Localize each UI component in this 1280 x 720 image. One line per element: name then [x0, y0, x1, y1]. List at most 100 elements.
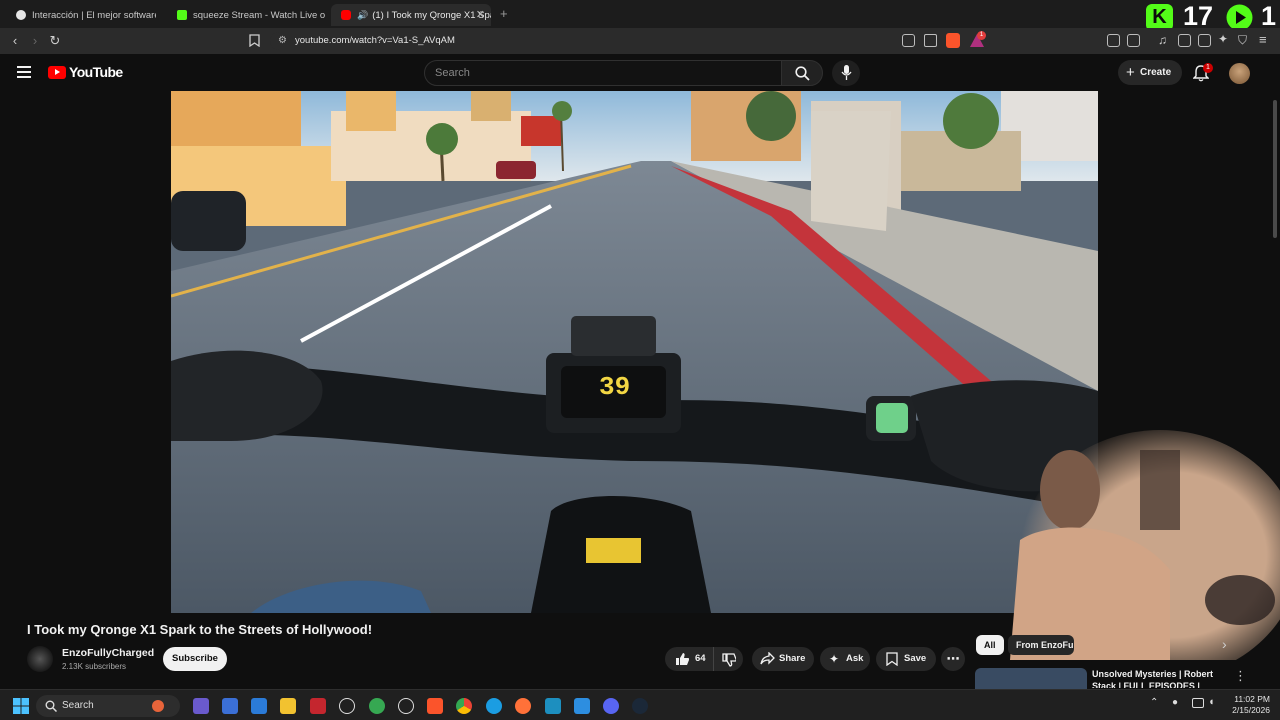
- clock-time: 11:02 PM: [1234, 694, 1270, 704]
- save-label: Save: [904, 653, 927, 664]
- more-actions-icon[interactable]: ⋯: [941, 647, 965, 671]
- video-player[interactable]: 39: [171, 91, 1098, 613]
- taskbar-app-icon[interactable]: [193, 698, 209, 714]
- thumbs-up-icon: [676, 653, 689, 665]
- scrollbar-thumb[interactable]: [1273, 100, 1277, 238]
- recommended-menu-icon[interactable]: ⋮: [1234, 668, 1247, 684]
- rewards-badge: 1: [977, 31, 986, 40]
- kick-favicon-icon: [177, 10, 187, 20]
- youtube-favicon-icon: [341, 10, 351, 20]
- search-input[interactable]: Search: [424, 60, 782, 86]
- reload-icon[interactable]: ↻: [47, 33, 63, 49]
- share-page-icon[interactable]: [924, 34, 937, 47]
- forward-icon[interactable]: ›: [27, 33, 43, 49]
- search-icon: [45, 700, 57, 712]
- account-avatar[interactable]: [1229, 63, 1250, 84]
- network-icon[interactable]: [1192, 698, 1204, 708]
- ask-button[interactable]: ✦ Ask: [820, 647, 870, 671]
- chrome-icon[interactable]: [456, 698, 472, 714]
- save-button[interactable]: Save: [876, 647, 936, 671]
- kick-overlay: K 17 1: [1146, 1, 1276, 31]
- taskbar-search-box[interactable]: Search: [36, 695, 180, 717]
- new-tab-icon[interactable]: +: [500, 6, 508, 21]
- search-icon: [795, 66, 810, 81]
- taskbar-app-icon[interactable]: [545, 698, 561, 714]
- microphone-icon: [841, 65, 852, 80]
- subscriber-count: 2.13K subscribers: [62, 662, 127, 671]
- steam-icon[interactable]: [632, 698, 648, 714]
- recommended-thumbnail[interactable]: [975, 668, 1087, 690]
- vpn-shield-icon[interactable]: ⛉: [1238, 33, 1247, 48]
- chip-all[interactable]: All: [976, 635, 1004, 655]
- youtube-wordmark[interactable]: YouTube: [69, 64, 123, 80]
- taskbar-app-icon[interactable]: [369, 698, 385, 714]
- brave-browser-icon[interactable]: [427, 698, 443, 714]
- like-button[interactable]: 64: [665, 647, 713, 671]
- youtube-masthead: YouTube Search + Create 1: [0, 54, 1280, 92]
- subscribe-button[interactable]: Subscribe: [163, 647, 227, 671]
- taskbar-app-icon[interactable]: [310, 698, 326, 714]
- browser-menu-icon[interactable]: ≡: [1259, 32, 1267, 47]
- tab-interaccion[interactable]: Interacción | El mejor software para e: [6, 4, 156, 26]
- leo-ai-icon[interactable]: ✦: [1218, 32, 1228, 46]
- edge-icon[interactable]: [486, 698, 502, 714]
- extensions-icon[interactable]: [1107, 34, 1120, 47]
- recommended-video-title[interactable]: Unsolved Mysteries | Robert Stack | FULL…: [1092, 668, 1222, 688]
- channel-name[interactable]: EnzoFullyCharged: [62, 647, 154, 659]
- bookmark-icon[interactable]: [249, 34, 260, 47]
- sidebar-icon[interactable]: [1178, 34, 1191, 47]
- voice-search-button[interactable]: [832, 60, 860, 86]
- windows-taskbar: Search ⌃ ● ◖ 11:02 PM 2/15/2026: [0, 689, 1280, 720]
- screenshot-icon[interactable]: [1127, 34, 1140, 47]
- clock-date: 2/15/2026: [1232, 705, 1270, 715]
- ask-label: Ask: [846, 653, 864, 664]
- search-placeholder: Search: [435, 67, 470, 79]
- volume-icon[interactable]: ◖: [1208, 696, 1215, 708]
- like-count: 64: [695, 653, 706, 664]
- streamer-webcam-image: [1010, 430, 1280, 660]
- tray-overflow-icon[interactable]: ⌃: [1150, 697, 1158, 708]
- tab-title: (1) I Took my Qronge X1 Spar: [372, 9, 491, 21]
- close-tab-icon[interactable]: ✕: [476, 8, 485, 21]
- wallet-icon[interactable]: [1198, 34, 1211, 47]
- speaker-icon[interactable]: 🔊: [357, 10, 368, 21]
- taskbar-app-icon[interactable]: [398, 698, 414, 714]
- cast-icon[interactable]: [902, 34, 915, 47]
- discord-icon[interactable]: [603, 698, 619, 714]
- chip-from-channel[interactable]: From EnzoFullyCharged: [1008, 635, 1074, 655]
- taskbar-app-icon[interactable]: [339, 698, 355, 714]
- share-label: Share: [779, 653, 806, 664]
- tab-kick-stream[interactable]: squeeze Stream - Watch Live on Kick: [167, 4, 325, 26]
- microphone-tray-icon[interactable]: ●: [1172, 697, 1178, 708]
- search-button[interactable]: [781, 60, 823, 86]
- address-bar[interactable]: ⚙ youtube.com/watch?v=Va1-S_AVqAM: [270, 32, 990, 50]
- taskbar-app-icon[interactable]: [222, 698, 238, 714]
- site-favicon-icon: [16, 10, 26, 20]
- channel-avatar[interactable]: [27, 646, 53, 672]
- tab-youtube-video[interactable]: 🔊 (1) I Took my Qronge X1 Spar ✕: [331, 4, 491, 26]
- music-icon[interactable]: ♫: [1158, 33, 1167, 47]
- taskbar-app-icon[interactable]: [251, 698, 267, 714]
- chips-next-icon[interactable]: ›: [1222, 636, 1227, 652]
- plus-icon: +: [1126, 64, 1135, 81]
- vscode-icon[interactable]: [574, 698, 590, 714]
- create-label: Create: [1140, 67, 1172, 78]
- dislike-button[interactable]: [713, 647, 743, 671]
- firefox-icon[interactable]: [515, 698, 531, 714]
- site-settings-icon[interactable]: ⚙: [278, 32, 287, 50]
- windows-start-icon[interactable]: [13, 698, 29, 714]
- youtube-logo-icon[interactable]: [48, 66, 66, 79]
- guide-menu-icon[interactable]: [17, 66, 31, 78]
- webcam-overlay: [1010, 430, 1280, 660]
- taskbar-search-label: Search: [62, 700, 94, 711]
- file-explorer-icon[interactable]: [280, 698, 296, 714]
- share-button[interactable]: Share: [752, 647, 814, 671]
- back-icon[interactable]: ‹: [7, 33, 23, 49]
- url-text: youtube.com/watch?v=Va1-S_AVqAM: [295, 35, 455, 46]
- tab-title: Interacción | El mejor software para e: [32, 9, 156, 21]
- brave-shields-icon[interactable]: [946, 33, 960, 48]
- system-clock[interactable]: 11:02 PM 2/15/2026: [1226, 694, 1270, 716]
- sparkle-icon: ✦: [829, 652, 840, 666]
- create-button[interactable]: + Create: [1118, 60, 1182, 85]
- tab-title: squeeze Stream - Watch Live on Kick: [193, 9, 325, 21]
